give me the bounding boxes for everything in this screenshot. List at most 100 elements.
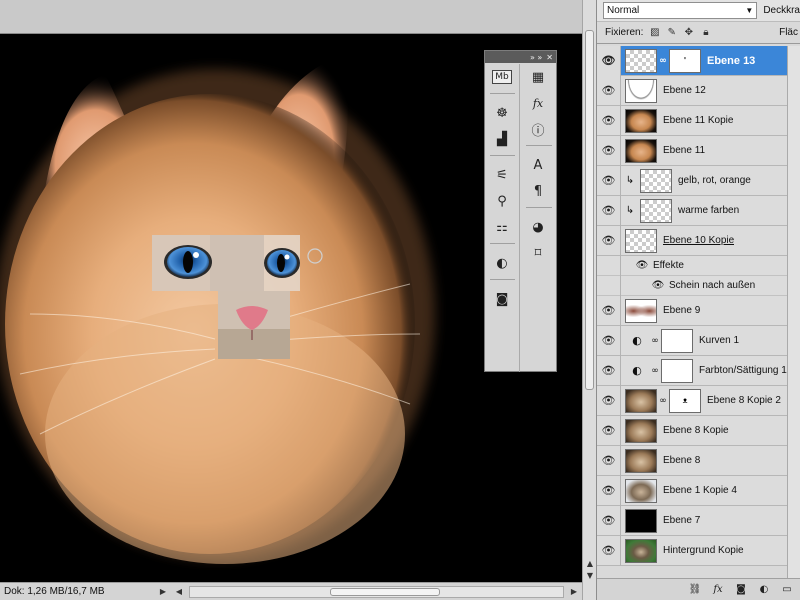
visibility-eye-icon[interactable]: 👁︎ <box>597 535 621 566</box>
layers-scrollbar[interactable] <box>787 46 800 578</box>
layer-row[interactable]: 👁︎ ◐ ∞ Farbton/Sättigung 1 <box>597 355 800 386</box>
layer-row[interactable]: 👁︎ ∞ ' Ebene 13 <box>597 46 800 76</box>
document-info[interactable]: Dok: 1,26 MB/16,7 MB <box>0 586 155 597</box>
lock-transparency-icon[interactable]: ▨ <box>649 27 660 38</box>
collapse-arrows-icon[interactable]: » » <box>530 53 542 62</box>
mask-link-icon[interactable]: ∞ <box>658 56 668 66</box>
scroll-up-arrow-icon[interactable]: ▲ <box>583 558 597 570</box>
mask-link-icon[interactable]: ∞ <box>658 396 668 406</box>
layer-thumbnail[interactable] <box>625 538 657 563</box>
mask-link-icon[interactable]: ∞ <box>650 336 660 346</box>
navigator-icon[interactable]: ☸ <box>486 100 518 126</box>
paragraph-icon[interactable]: ¶ <box>522 178 554 204</box>
visibility-eye-icon[interactable]: 👁︎ <box>597 505 621 536</box>
new-group-icon[interactable]: ▭ <box>779 583 795 597</box>
visibility-eye-icon[interactable]: 👁︎ <box>597 105 621 136</box>
swatches-icon[interactable]: ▦ <box>522 64 554 90</box>
visibility-eye-icon[interactable]: 👁︎ <box>597 165 621 196</box>
visibility-eye-icon[interactable]: 👁︎ <box>597 385 621 416</box>
vertical-scroll-thumb[interactable] <box>585 30 594 390</box>
close-icon[interactable]: ✕ <box>546 53 553 62</box>
visibility-eye-icon[interactable]: 👁︎ <box>597 225 621 256</box>
visibility-eye-icon[interactable]: 👁︎ <box>597 75 621 106</box>
mini-bridge-icon[interactable]: Mb <box>486 64 518 90</box>
color-icon[interactable]: ◕ <box>522 214 554 240</box>
tool-presets-icon[interactable]: ⚏ <box>486 214 518 240</box>
layer-row[interactable]: 👁︎ ↳ warme farben <box>597 195 800 226</box>
horizontal-scroll-thumb[interactable] <box>330 587 440 596</box>
lock-position-icon[interactable]: ✥ <box>683 27 694 38</box>
layer-row[interactable]: 👁︎ ↳ gelb, rot, orange <box>597 165 800 196</box>
visibility-eye-icon[interactable]: 👁︎ <box>597 325 621 356</box>
layer-row[interactable]: 👁︎ Hintergrund Kopie <box>597 535 800 566</box>
layer-mask-thumbnail[interactable]: ᴥ <box>669 388 701 413</box>
effects-row[interactable]: 👁︎ Effekte <box>597 255 800 276</box>
scroll-left-arrow-icon[interactable]: ◀ <box>171 584 187 600</box>
blend-mode-row: Normal ▼ Deckkra <box>597 0 800 22</box>
layer-row[interactable]: 👁︎ ◐ ∞ Kurven 1 <box>597 325 800 356</box>
layer-row[interactable]: 👁︎ Ebene 8 Kopie <box>597 415 800 446</box>
scroll-right-arrow-icon[interactable]: ▶ <box>566 584 582 600</box>
layer-thumbnail[interactable] <box>640 168 672 193</box>
layer-row[interactable]: 👁︎ ∞ ᴥ Ebene 8 Kopie 2 <box>597 385 800 416</box>
styles-icon[interactable]: fx <box>522 90 554 116</box>
layer-thumbnail[interactable] <box>625 418 657 443</box>
layer-row[interactable]: 👁︎ Ebene 7 <box>597 505 800 536</box>
info-icon[interactable]: ⓘ <box>522 116 554 142</box>
mask-link-icon[interactable]: ∞ <box>650 366 660 376</box>
layer-row[interactable]: 👁︎ Ebene 12 <box>597 75 800 106</box>
visibility-eye-icon[interactable]: 👁︎ <box>597 445 621 476</box>
character-icon[interactable]: A <box>522 152 554 178</box>
layer-row[interactable]: 👁︎ Ebene 1 Kopie 4 <box>597 475 800 506</box>
visibility-eye-icon[interactable]: 👁︎ <box>597 415 621 446</box>
scroll-down-arrow-icon[interactable]: ▼ <box>583 570 597 582</box>
add-mask-icon[interactable]: ◙ <box>733 583 749 597</box>
layer-thumbnail[interactable] <box>625 138 657 163</box>
horizontal-scrollbar[interactable] <box>189 585 564 598</box>
layer-thumbnail[interactable] <box>625 388 657 413</box>
layer-thumbnail[interactable] <box>625 508 657 533</box>
layer-mask-thumbnail[interactable]: ' <box>669 48 701 73</box>
paths-icon[interactable]: ⌑ <box>522 240 554 266</box>
adjustment-layer-icon[interactable]: ◐ <box>625 359 649 383</box>
visibility-eye-icon[interactable]: 👁︎ <box>597 295 621 326</box>
layer-mask-thumbnail[interactable] <box>661 358 693 383</box>
effect-outer-glow-row[interactable]: 👁︎ Schein nach außen <box>597 275 800 296</box>
lock-all-icon[interactable]: 🔒︎ <box>700 27 711 38</box>
blend-mode-select[interactable]: Normal ▼ <box>603 2 758 19</box>
lock-pixels-icon[interactable]: ✎ <box>666 27 677 38</box>
layer-row[interactable]: 👁︎ Ebene 9 <box>597 295 800 326</box>
outer-glow-visibility-eye-icon[interactable]: 👁︎ <box>651 280 665 291</box>
layer-thumbnail[interactable] <box>625 78 657 103</box>
new-adjustment-layer-icon[interactable]: ◐ <box>756 583 772 597</box>
layer-thumbnail[interactable] <box>625 478 657 503</box>
adjustment-layer-icon[interactable]: ◐ <box>625 329 649 353</box>
layer-thumbnail[interactable] <box>625 48 657 73</box>
clone-source-icon[interactable]: ⚟ <box>486 162 518 188</box>
brush-presets-icon[interactable]: ⚲ <box>486 188 518 214</box>
link-layers-icon[interactable]: ⛓ <box>687 583 703 597</box>
panel-dock-titlebar[interactable]: » » ✕ <box>485 51 556 63</box>
layer-thumbnail[interactable] <box>625 108 657 133</box>
layer-row[interactable]: 👁︎ Ebene 11 <box>597 135 800 166</box>
layer-thumbnail[interactable] <box>625 448 657 473</box>
layer-thumbnail[interactable] <box>625 298 657 323</box>
layer-row[interactable]: 👁︎ Ebene 10 Kopie <box>597 225 800 256</box>
visibility-eye-icon[interactable]: 👁︎ <box>597 135 621 166</box>
visibility-eye-icon[interactable]: 👁︎ <box>597 46 621 76</box>
visibility-eye-icon[interactable]: 👁︎ <box>597 475 621 506</box>
histogram-icon[interactable]: ▟ <box>486 126 518 152</box>
layer-row[interactable]: 👁︎ Ebene 11 Kopie <box>597 105 800 136</box>
layer-thumbnail[interactable] <box>625 228 657 253</box>
layer-thumbnail[interactable] <box>640 198 672 223</box>
effects-visibility-eye-icon[interactable]: 👁︎ <box>635 260 649 271</box>
adjustments-icon[interactable]: ◐ <box>486 250 518 276</box>
masks-icon[interactable]: ◙ <box>486 286 518 312</box>
vertical-scrollbar[interactable]: ▲ ▼ <box>582 0 596 600</box>
layer-style-fx-icon[interactable]: fx <box>710 583 726 597</box>
visibility-eye-icon[interactable]: 👁︎ <box>597 355 621 386</box>
visibility-eye-icon[interactable]: 👁︎ <box>597 195 621 226</box>
layer-row[interactable]: 👁︎ Ebene 8 <box>597 445 800 476</box>
status-menu-arrow-icon[interactable]: ▶ <box>155 584 171 600</box>
layer-mask-thumbnail[interactable] <box>661 328 693 353</box>
